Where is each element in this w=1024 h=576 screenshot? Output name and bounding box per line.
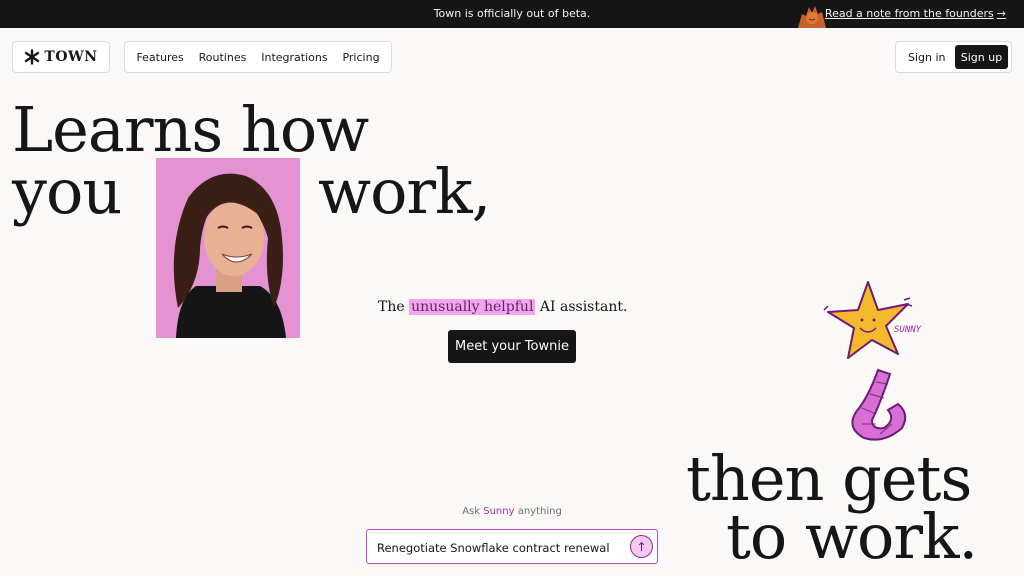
- hero-headline-you: you: [12, 155, 122, 228]
- ask-name: Sunny: [483, 506, 515, 517]
- tagline-highlight: unusually helpful: [409, 299, 536, 315]
- founders-note-link[interactable]: Read a note from the founders →: [825, 7, 1006, 20]
- founders-note-label: Read a note from the founders: [824, 7, 994, 20]
- town-logo[interactable]: TOWN: [12, 41, 110, 73]
- announcement-banner: Town is officially out of beta. Read a n…: [0, 0, 1024, 28]
- town-logo-icon: [25, 49, 40, 65]
- tagline-prefix: The: [378, 299, 405, 315]
- arrow-right-icon: →: [996, 7, 1006, 20]
- nav-routines[interactable]: Routines: [199, 51, 247, 64]
- logo-text: TOWN: [44, 49, 98, 65]
- arrow-up-icon: ↑: [636, 539, 647, 554]
- ask-prefix: Ask: [462, 506, 481, 517]
- nav-features[interactable]: Features: [136, 51, 183, 64]
- hero-headline-line4: to work.: [726, 500, 978, 573]
- nav-pricing[interactable]: Pricing: [342, 51, 379, 64]
- ask-suffix: anything: [517, 506, 562, 517]
- hero-headline-work: work,: [318, 155, 491, 228]
- auth-group: Sign in Sign up: [895, 41, 1012, 73]
- hero-headline-line1: Learns how: [12, 93, 369, 166]
- ask-label: Ask Sunny anything: [366, 506, 658, 517]
- send-button[interactable]: ↑: [630, 535, 653, 558]
- prompt-input[interactable]: [375, 538, 619, 558]
- sign-up-button[interactable]: Sign up: [955, 45, 1008, 69]
- tagline-suffix: AI assistant.: [539, 299, 628, 315]
- prompt-box: ↑: [366, 529, 658, 564]
- mascot-name-label: SUNNY: [894, 325, 922, 335]
- tagline: The unusually helpful AI assistant.: [378, 299, 627, 315]
- star-mascot-icon: SUNNY: [823, 281, 922, 441]
- meet-townie-button[interactable]: Meet your Townie: [448, 330, 576, 363]
- main-nav: Features Routines Integrations Pricing: [124, 41, 392, 73]
- sign-in-link[interactable]: Sign in: [908, 51, 946, 64]
- nav-integrations[interactable]: Integrations: [261, 51, 327, 64]
- portrait-photo: [156, 158, 300, 338]
